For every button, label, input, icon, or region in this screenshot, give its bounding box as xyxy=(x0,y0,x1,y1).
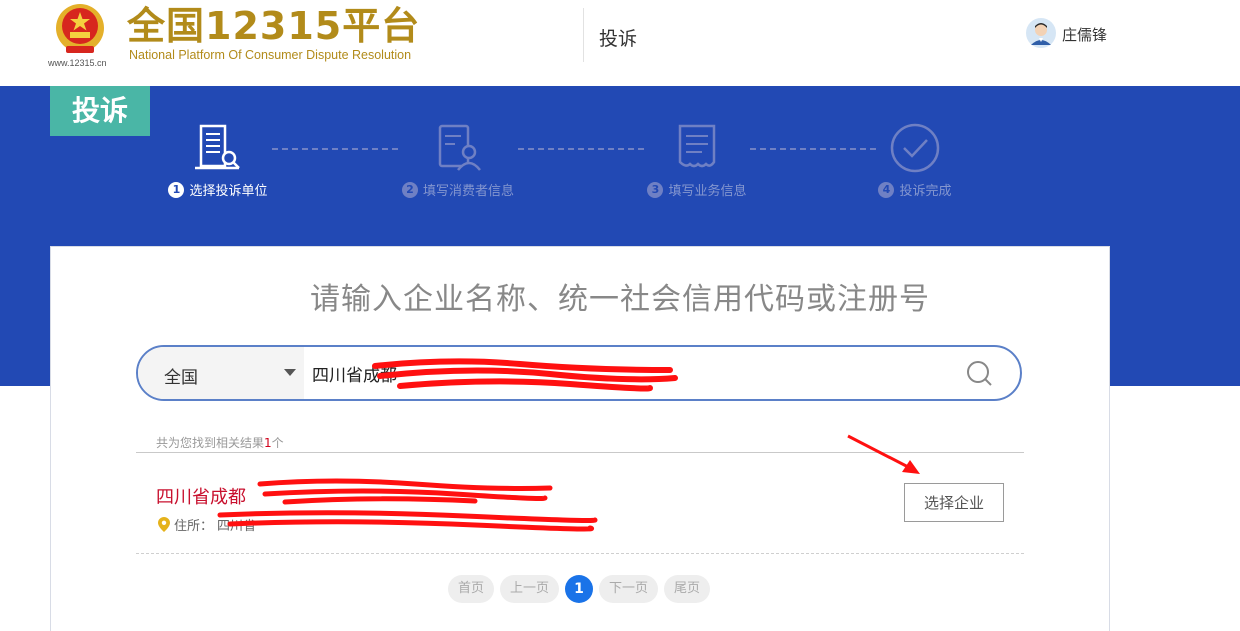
search-bar: 全国 xyxy=(136,345,1022,401)
check-circle-icon xyxy=(890,123,940,173)
result-count: 共为您找到相关结果1个 xyxy=(156,436,284,450)
result-bottom-divider xyxy=(136,553,1024,554)
page-tag: 投诉 xyxy=(50,86,150,136)
region-value: 全国 xyxy=(164,368,198,388)
step-consumer-info: 2 填写消费者信息 xyxy=(378,118,538,208)
business-document-icon xyxy=(678,124,716,168)
logo-title[interactable]: 全国12315平台 xyxy=(127,4,420,48)
step-number: 3 xyxy=(647,181,664,198)
step-label: 2 填写消费者信息 xyxy=(378,180,538,199)
result-row: 四川省成都 住所： 四川省 选择企业 xyxy=(136,453,1024,553)
search-icon[interactable] xyxy=(964,358,996,390)
step-business-info: 3 填写业务信息 xyxy=(617,118,777,208)
pager-last[interactable]: 尾页 xyxy=(664,575,711,603)
pager-next[interactable]: 下一页 xyxy=(599,575,659,603)
search-heading: 请输入企业名称、统一社会信用代码或注册号 xyxy=(310,282,930,317)
chevron-down-icon xyxy=(284,369,296,376)
national-emblem-icon xyxy=(56,4,104,53)
site-url: www.12315.cn xyxy=(48,58,107,68)
pager-first[interactable]: 首页 xyxy=(448,575,495,603)
pager-current[interactable]: 1 xyxy=(565,575,594,603)
page: www.12315.cn 全国12315平台 National Platform… xyxy=(0,0,1240,631)
search-input[interactable] xyxy=(312,358,932,388)
user-avatar-icon[interactable] xyxy=(1026,18,1056,48)
pager-prev[interactable]: 上一页 xyxy=(500,575,560,603)
consumer-form-icon xyxy=(438,124,481,171)
step-complete: 4 投诉完成 xyxy=(835,118,995,208)
pagination: 首页 上一页 1 下一页 尾页 xyxy=(448,574,711,604)
location-pin-icon xyxy=(158,517,170,532)
step-number: 1 xyxy=(168,181,185,198)
select-company-button[interactable]: 选择企业 xyxy=(904,483,1004,522)
step-select-unit: 1 选择投诉单位 xyxy=(138,118,298,208)
site-header: www.12315.cn 全国12315平台 National Platform… xyxy=(0,0,1240,86)
region-select[interactable]: 全国 xyxy=(138,347,304,399)
step-number: 2 xyxy=(401,181,418,198)
company-address: 住所： 四川省 xyxy=(158,515,256,534)
step-number: 4 xyxy=(878,181,895,198)
step-label: 3 填写业务信息 xyxy=(617,180,777,199)
step-label: 4 投诉完成 xyxy=(835,180,995,199)
building-search-icon xyxy=(195,124,240,170)
company-name-link[interactable]: 四川省成都 xyxy=(156,483,246,509)
user-name[interactable]: 庄儒锋 xyxy=(1062,24,1107,45)
header-divider xyxy=(583,8,584,62)
step-label: 1 选择投诉单位 xyxy=(138,180,298,199)
logo-subtitle: National Platform Of Consumer Dispute Re… xyxy=(129,48,412,62)
nav-complaint-link[interactable]: 投诉 xyxy=(599,24,637,51)
